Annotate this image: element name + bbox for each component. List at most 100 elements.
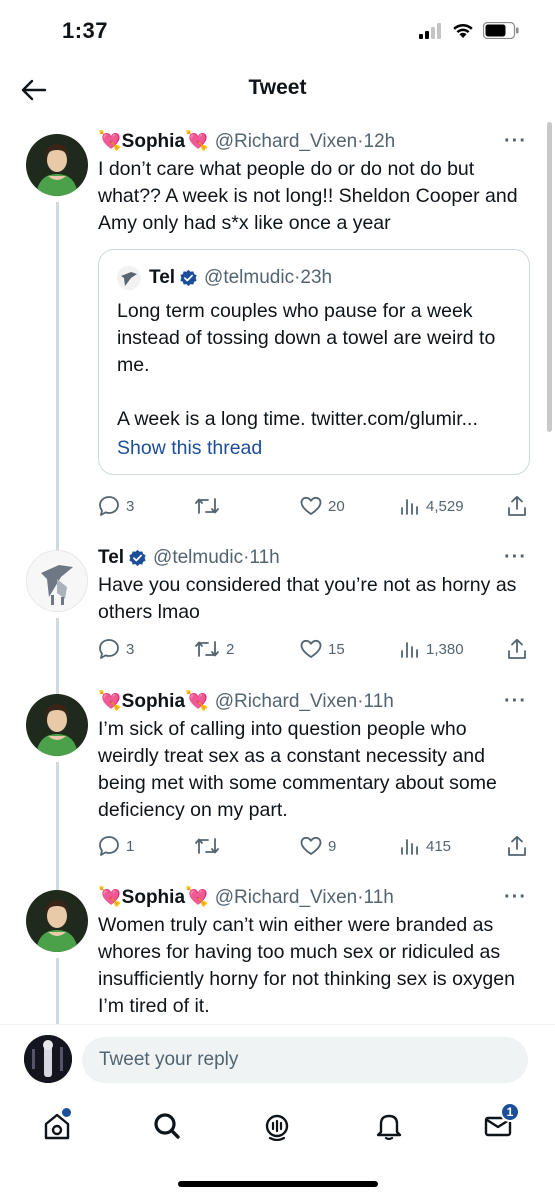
share-button[interactable] bbox=[506, 638, 528, 660]
tweet-actions: 3 20 4,529 bbox=[98, 494, 530, 518]
like-button[interactable]: 9 bbox=[300, 836, 336, 856]
quote-time: 23h bbox=[300, 267, 333, 288]
views-button[interactable]: 4,529 bbox=[400, 496, 464, 516]
signal-icon bbox=[419, 22, 441, 39]
tweet-body: 💘 Sophia 💘 @Richard_Vixen · 11h ··· Wome… bbox=[98, 886, 527, 1020]
more-options-button[interactable]: ··· bbox=[504, 690, 527, 713]
retweet-count: 2 bbox=[226, 640, 235, 658]
quote-author-handle: @telmudic bbox=[204, 267, 295, 288]
reply-bar: Tweet your reply bbox=[0, 1024, 555, 1098]
reply-icon bbox=[99, 639, 119, 659]
spaces-icon bbox=[265, 1114, 289, 1141]
views-button[interactable]: 415 bbox=[400, 836, 451, 856]
like-count: 20 bbox=[328, 497, 345, 515]
tweet-header: Tel @telmudic · 11h bbox=[98, 546, 527, 570]
more-options-button[interactable]: ··· bbox=[504, 886, 527, 909]
tweet-actions: 1 9 415 bbox=[98, 834, 530, 858]
author-name[interactable]: Sophia bbox=[122, 690, 185, 714]
thread-line bbox=[56, 762, 59, 894]
like-button[interactable]: 20 bbox=[300, 496, 345, 516]
scrollbar[interactable] bbox=[547, 122, 552, 432]
reply-input[interactable]: Tweet your reply bbox=[82, 1037, 528, 1083]
tweet-body: 💘 Sophia 💘 @Richard_Vixen · 12h ··· I do… bbox=[98, 130, 530, 475]
retweet-button[interactable] bbox=[194, 836, 226, 856]
author-name[interactable]: Sophia bbox=[122, 886, 185, 910]
page-title: Tweet bbox=[248, 76, 307, 99]
verified-badge-icon bbox=[180, 269, 197, 286]
retweet-button[interactable]: 2 bbox=[194, 639, 234, 659]
author-handle[interactable]: @Richard_Vixen bbox=[215, 886, 358, 910]
nav-notifications[interactable] bbox=[369, 1106, 409, 1146]
like-button[interactable]: 15 bbox=[300, 639, 345, 659]
messages-badge: 1 bbox=[500, 1102, 520, 1122]
author-handle[interactable]: @Richard_Vixen bbox=[215, 690, 358, 714]
author-handle[interactable]: @Richard_Vixen bbox=[215, 130, 358, 154]
bottom-nav: 1 bbox=[0, 1098, 555, 1158]
tweet-actions: 3 2 15 1,380 bbox=[98, 637, 530, 661]
share-button[interactable] bbox=[506, 835, 528, 857]
views-button[interactable]: 1,380 bbox=[400, 639, 464, 659]
retweet-icon bbox=[195, 838, 219, 854]
header: Tweet bbox=[0, 64, 555, 116]
home-indicator bbox=[178, 1181, 378, 1187]
thread-line bbox=[56, 202, 59, 602]
view-count: 1,380 bbox=[426, 640, 464, 658]
quote-text: Long term couples who pause for a week i… bbox=[117, 300, 496, 430]
tweet-text: I don’t care what people do or do not do… bbox=[98, 158, 518, 234]
show-thread-link[interactable]: Show this thread bbox=[117, 437, 511, 460]
heart-with-arrow-icon: 💘 bbox=[185, 887, 209, 908]
retweet-icon bbox=[195, 641, 219, 657]
tweet-text: I’m sick of calling into question people… bbox=[98, 718, 497, 821]
share-button[interactable] bbox=[506, 495, 528, 517]
reply-icon bbox=[99, 496, 119, 516]
quote-author-name: Tel bbox=[149, 267, 176, 288]
tweet-time: 11h bbox=[249, 547, 280, 568]
tweet-body: Tel @telmudic · 11h ··· Have you conside… bbox=[98, 546, 527, 626]
author-name[interactable]: Tel bbox=[98, 546, 124, 570]
tweet-header: 💘 Sophia 💘 @Richard_Vixen · 11h bbox=[98, 886, 527, 910]
author-handle[interactable]: @telmudic bbox=[153, 546, 243, 570]
avatar[interactable] bbox=[26, 890, 88, 952]
heart-icon bbox=[300, 496, 322, 515]
tweet-text: Have you considered that you’re not as h… bbox=[98, 574, 517, 623]
nav-spaces[interactable] bbox=[257, 1106, 297, 1146]
share-icon bbox=[508, 495, 526, 516]
thread-line bbox=[56, 618, 59, 698]
more-options-button[interactable]: ··· bbox=[504, 546, 527, 569]
like-count: 9 bbox=[328, 837, 337, 855]
quoted-tweet[interactable]: Tel @telmudic · 23h Long term couples wh… bbox=[98, 249, 530, 475]
tweet-body: 💘 Sophia 💘 @Richard_Vixen · 11h ··· I’m … bbox=[98, 690, 527, 824]
reply-button[interactable]: 1 bbox=[98, 835, 134, 857]
reply-count: 3 bbox=[126, 497, 135, 515]
tweet-text: Women truly can’t win either were brande… bbox=[98, 914, 515, 1017]
views-icon bbox=[401, 499, 418, 515]
avatar[interactable] bbox=[24, 1035, 72, 1083]
like-count: 15 bbox=[328, 640, 345, 658]
avatar[interactable] bbox=[26, 134, 88, 196]
reply-button[interactable]: 3 bbox=[98, 638, 134, 660]
nav-search[interactable] bbox=[147, 1106, 187, 1146]
heart-with-arrow-icon: 💘 bbox=[185, 691, 209, 712]
author-name[interactable]: Sophia bbox=[122, 130, 185, 154]
thread-line bbox=[56, 958, 59, 1024]
reply-button[interactable]: 3 bbox=[98, 495, 134, 517]
heart-with-arrow-icon: 💘 bbox=[98, 691, 122, 712]
retweet-icon bbox=[195, 498, 219, 514]
avatar[interactable] bbox=[26, 550, 88, 612]
views-icon bbox=[401, 642, 418, 658]
heart-with-arrow-icon: 💘 bbox=[98, 887, 122, 908]
tweet-time: 11h bbox=[363, 691, 394, 712]
status-icons bbox=[419, 22, 519, 39]
more-options-button[interactable]: ··· bbox=[504, 130, 527, 153]
tweet-time: 11h bbox=[363, 887, 394, 908]
nav-messages[interactable]: 1 bbox=[478, 1102, 520, 1146]
wifi-icon bbox=[453, 23, 473, 38]
view-count: 415 bbox=[426, 837, 452, 855]
tweet-header: 💘 Sophia 💘 @Richard_Vixen · 12h bbox=[98, 130, 527, 154]
retweet-button[interactable] bbox=[194, 496, 226, 516]
avatar[interactable] bbox=[26, 694, 88, 756]
nav-home[interactable] bbox=[37, 1106, 77, 1146]
share-icon bbox=[508, 638, 526, 659]
reply-count: 1 bbox=[126, 837, 135, 855]
tweet-time: 12h bbox=[363, 131, 396, 152]
